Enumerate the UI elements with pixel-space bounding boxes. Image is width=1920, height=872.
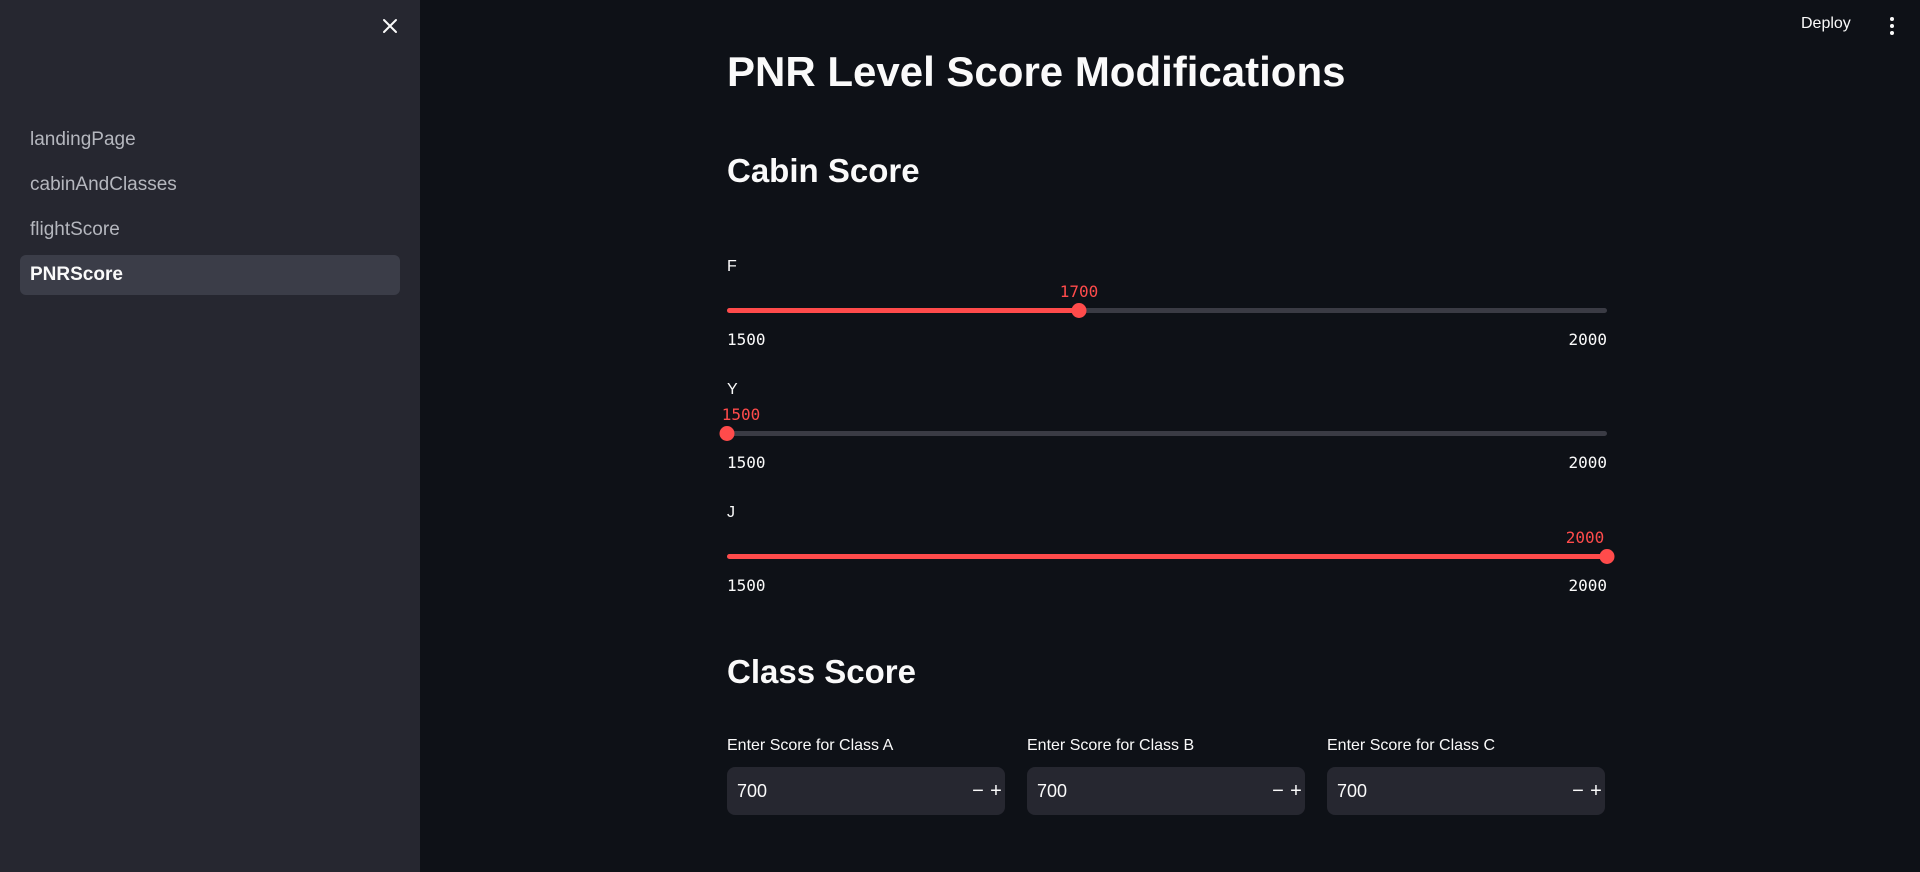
class-a-number-input: Enter Score for Class A − + — [727, 737, 1005, 815]
class-a-score-field[interactable] — [727, 767, 969, 815]
class-c-number-input: Enter Score for Class C − + — [1327, 737, 1605, 815]
slider-thumb[interactable] — [719, 426, 735, 441]
kebab-menu-icon[interactable] — [1882, 14, 1902, 38]
sidebar-item-pnrscore[interactable]: PNRScore — [20, 255, 400, 295]
deploy-button[interactable]: Deploy — [1795, 13, 1857, 35]
number-input-box: − + — [1327, 767, 1605, 815]
slider-min: 1500 — [727, 453, 766, 472]
slider-track[interactable] — [727, 431, 1607, 436]
slider-value: 2000 — [1565, 528, 1605, 547]
sidebar-nav: landingPage cabinAndClasses flightScore … — [20, 120, 400, 300]
slider-thumb[interactable] — [1599, 549, 1615, 564]
slider-j: J 2000 1500 2000 — [727, 504, 1615, 614]
increment-button[interactable]: + — [1287, 767, 1305, 815]
decrement-button[interactable]: − — [1569, 767, 1587, 815]
decrement-button[interactable]: − — [969, 767, 987, 815]
slider-label: J — [727, 504, 735, 521]
cabin-score-heading: Cabin Score — [727, 152, 920, 189]
close-sidebar-button[interactable] — [376, 14, 404, 42]
class-b-label: Enter Score for Class B — [1027, 737, 1195, 754]
sidebar-item-label: cabinAndClasses — [30, 174, 177, 195]
slider-min: 1500 — [727, 330, 766, 349]
class-b-number-input: Enter Score for Class B − + — [1027, 737, 1305, 815]
slider-f: F 1700 1500 2000 — [727, 258, 1607, 368]
slider-thumb[interactable] — [1071, 303, 1087, 318]
slider-fill — [727, 554, 1607, 559]
slider-fill — [727, 308, 1079, 313]
sidebar-item-label: PNRScore — [30, 264, 123, 285]
slider-track[interactable] — [727, 554, 1607, 559]
slider-max: 2000 — [1568, 330, 1607, 349]
slider-max: 2000 — [1568, 453, 1607, 472]
slider-label: Y — [727, 381, 738, 398]
sidebar-item-landingpage[interactable]: landingPage — [20, 120, 400, 160]
number-input-box: − + — [1027, 767, 1305, 815]
sidebar-item-cabinandclasses[interactable]: cabinAndClasses — [20, 165, 400, 205]
class-c-label: Enter Score for Class C — [1327, 737, 1496, 754]
slider-value: 1700 — [1059, 282, 1099, 301]
page-title: PNR Level Score Modifications — [727, 48, 1346, 95]
slider-min: 1500 — [727, 576, 766, 595]
increment-button[interactable]: + — [987, 767, 1005, 815]
class-c-score-field[interactable] — [1327, 767, 1569, 815]
sidebar-item-label: landingPage — [30, 129, 136, 150]
slider-y: Y 1500 1500 2000 — [719, 381, 1607, 491]
sidebar: landingPage cabinAndClasses flightScore … — [0, 0, 420, 872]
decrement-button[interactable]: − — [1269, 767, 1287, 815]
class-score-heading: Class Score — [727, 653, 916, 690]
close-icon — [381, 17, 399, 40]
increment-button[interactable]: + — [1587, 767, 1605, 815]
sidebar-item-flightscore[interactable]: flightScore — [20, 210, 400, 250]
class-b-score-field[interactable] — [1027, 767, 1269, 815]
slider-track[interactable] — [727, 308, 1607, 313]
sidebar-item-label: flightScore — [30, 219, 120, 240]
number-input-box: − + — [727, 767, 1005, 815]
class-a-label: Enter Score for Class A — [727, 737, 894, 754]
slider-value: 1500 — [721, 405, 761, 424]
slider-label: F — [727, 258, 737, 275]
slider-max: 2000 — [1568, 576, 1607, 595]
